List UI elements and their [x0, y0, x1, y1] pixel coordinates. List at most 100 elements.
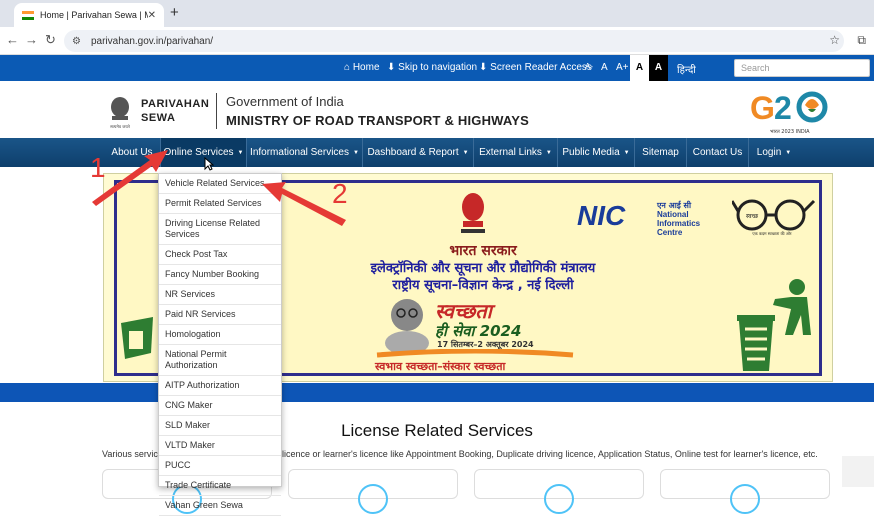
- nav-label: Public Media: [562, 147, 620, 158]
- caret-down-icon: ▼: [545, 149, 552, 156]
- national-emblem-icon: सत्यमेव जयते: [110, 97, 131, 129]
- close-icon[interactable]: ✕: [148, 10, 156, 21]
- section-divider-bar: [0, 383, 874, 402]
- dark-theme-button[interactable]: A: [649, 55, 668, 81]
- search-input[interactable]: Search: [734, 59, 870, 77]
- nav-label: Login: [756, 147, 782, 158]
- swachhata-title: स्वच्छता: [435, 299, 492, 323]
- banner-hindi-text: भारत सरकार इलेक्ट्रॉनिकी और सूचना और प्र…: [303, 243, 663, 294]
- dropdown-item-homologation[interactable]: Homologation: [159, 325, 281, 345]
- brush-stroke-icon: [376, 349, 574, 358]
- caret-down-icon: ▼: [462, 149, 469, 156]
- reload-icon[interactable]: ↻: [45, 32, 56, 48]
- nav-sitemap[interactable]: Sitemap: [635, 138, 687, 167]
- hi-sewa-title: ही सेवा 2024: [435, 322, 522, 340]
- dropdown-item-paid-nr[interactable]: Paid NR Services: [159, 305, 281, 325]
- nav-label: Dashboard & Report: [367, 147, 459, 158]
- gandhi-portrait-icon: [385, 299, 429, 353]
- screen-reader-link[interactable]: ⬇ Screen Reader Access: [479, 62, 592, 73]
- brand-name[interactable]: PARIVAHAN SEWA: [141, 97, 209, 125]
- nic-en2: Informatics: [657, 219, 701, 228]
- dropdown-item-aitp[interactable]: AITP Authorization: [159, 376, 281, 396]
- man-dustbin-icon: [737, 279, 811, 371]
- nic-text: एन आई सी National Informatics Centre: [657, 201, 700, 237]
- browser-tab[interactable]: Home | Parivahan Sewa | Minis ✕: [14, 3, 164, 27]
- nav-label: External Links: [479, 147, 542, 158]
- new-tab-button[interactable]: +: [170, 4, 179, 21]
- skip-label: Skip to navigation: [398, 62, 478, 73]
- service-card[interactable]: [660, 469, 830, 514]
- dropdown-item-vahan-green-sewa[interactable]: Vahan Green Sewa: [159, 496, 281, 516]
- forward-arrow-icon[interactable]: →: [25, 32, 38, 47]
- dropdown-item-nr-services[interactable]: NR Services: [159, 285, 281, 305]
- tab-title: Home | Parivahan Sewa | Minis: [40, 10, 148, 20]
- caret-down-icon: ▼: [352, 149, 359, 156]
- service-card[interactable]: [474, 469, 644, 514]
- dropdown-item-sld-maker[interactable]: SLD Maker: [159, 416, 281, 436]
- browser-tab-bar: Home | Parivahan Sewa | Minis ✕ +: [0, 0, 874, 27]
- nav-external-links[interactable]: External Links ▼: [474, 138, 558, 167]
- nav-contact-us[interactable]: Contact Us: [687, 138, 749, 167]
- caret-down-icon: ▼: [237, 149, 244, 156]
- ministry-title: MINISTRY OF ROAD TRANSPORT & HIGHWAYS: [226, 113, 530, 128]
- service-icon: [544, 484, 574, 514]
- annotation-number-2: 2: [332, 178, 348, 209]
- utility-bar: ⌂ Home ⬇ Skip to navigation ⬇ Screen Rea…: [0, 55, 874, 81]
- nav-label: Contact Us: [692, 147, 743, 158]
- banner-line2: इलेक्ट्रॉनिकी और सूचना और प्रौद्योगिकी म…: [370, 261, 596, 276]
- svg-text:NIC: NIC: [577, 201, 626, 229]
- banner-line1: भारत सरकार: [449, 243, 517, 259]
- government-title: Government of India: [226, 94, 344, 109]
- nav-informational-services[interactable]: Informational Services ▼: [247, 138, 363, 167]
- font-decrease-button[interactable]: A-: [585, 62, 593, 71]
- url-text: parivahan.gov.in/parivahan/: [90, 35, 214, 47]
- banner-line3: राष्ट्रीय सूचना–विज्ञान केन्द्र , नई दिल…: [392, 278, 574, 293]
- home-link[interactable]: ⌂ Home: [344, 62, 380, 73]
- service-card[interactable]: [288, 469, 458, 514]
- header-divider: [216, 93, 217, 129]
- brand-line1: PARIVAHAN: [141, 98, 210, 110]
- g20-logo-icon: G 2 भारत 2023 INDIA: [750, 90, 828, 135]
- extensions-icon[interactable]: ⧉: [857, 33, 866, 48]
- green-bin-icon: [121, 317, 153, 359]
- address-bar-row: ← → ↻ ⚙ parivahan.gov.in/parivahan/ ☆ ⧉: [0, 27, 874, 55]
- dropdown-item-national-permit[interactable]: National Permit Authorization: [159, 345, 281, 376]
- dropdown-item-check-post-tax[interactable]: Check Post Tax: [159, 245, 281, 265]
- back-arrow-icon[interactable]: ←: [6, 32, 19, 47]
- nic-en1: National: [657, 210, 689, 219]
- brand-line2: SEWA: [141, 112, 176, 124]
- svg-text:G: G: [750, 90, 775, 126]
- light-theme-button[interactable]: A: [630, 55, 649, 81]
- section-description: Various servic licence or learner's lice…: [102, 449, 818, 459]
- banner-tagline: स्वभाव स्वच्छता–संस्कार स्वच्छता: [375, 360, 506, 373]
- caret-down-icon: ▼: [623, 149, 630, 156]
- dropdown-item-cng-maker[interactable]: CNG Maker: [159, 396, 281, 416]
- side-thumbnail: [842, 456, 874, 487]
- svg-text:2: 2: [774, 90, 792, 126]
- dropdown-item-vltd-maker[interactable]: VLTD Maker: [159, 436, 281, 456]
- nav-login[interactable]: Login ▼: [749, 138, 799, 167]
- site-settings-icon[interactable]: ⚙: [72, 36, 81, 47]
- nic-hindi: एन आई सी: [657, 201, 692, 210]
- font-increase-button[interactable]: A+: [616, 62, 629, 73]
- nav-label: Informational Services: [250, 147, 349, 158]
- glasses-subtext: एक कदम स्वच्छता की ओर: [752, 231, 792, 236]
- dropdown-item-pucc[interactable]: PUCC: [159, 456, 281, 476]
- banner-emblem-icon: [461, 193, 485, 233]
- nav-dashboard-report[interactable]: Dashboard & Report ▼: [363, 138, 474, 167]
- dropdown-item-fancy-number[interactable]: Fancy Number Booking: [159, 265, 281, 285]
- home-label: Home: [352, 62, 380, 73]
- skip-nav-link[interactable]: ⬇ Skip to navigation: [387, 62, 477, 73]
- nic-logo-icon: NIC: [577, 201, 626, 229]
- url-field[interactable]: ⚙ parivahan.gov.in/parivahan/: [64, 30, 844, 52]
- font-normal-button[interactable]: A: [601, 62, 608, 73]
- service-icon: [730, 484, 760, 514]
- bookmark-star-icon[interactable]: ☆: [829, 33, 840, 47]
- site-header: सत्यमेव जयते PARIVAHAN SEWA Government o…: [0, 81, 874, 138]
- nav-public-media[interactable]: Public Media ▼: [558, 138, 635, 167]
- g20-tagline: भारत 2023 INDIA: [770, 129, 810, 135]
- mouse-cursor-icon: [204, 157, 214, 171]
- dropdown-item-trade-certificate[interactable]: Trade Certificate: [159, 476, 281, 496]
- hindi-link[interactable]: हिन्दी: [677, 62, 696, 76]
- section-desc-left: Various servic: [102, 449, 158, 459]
